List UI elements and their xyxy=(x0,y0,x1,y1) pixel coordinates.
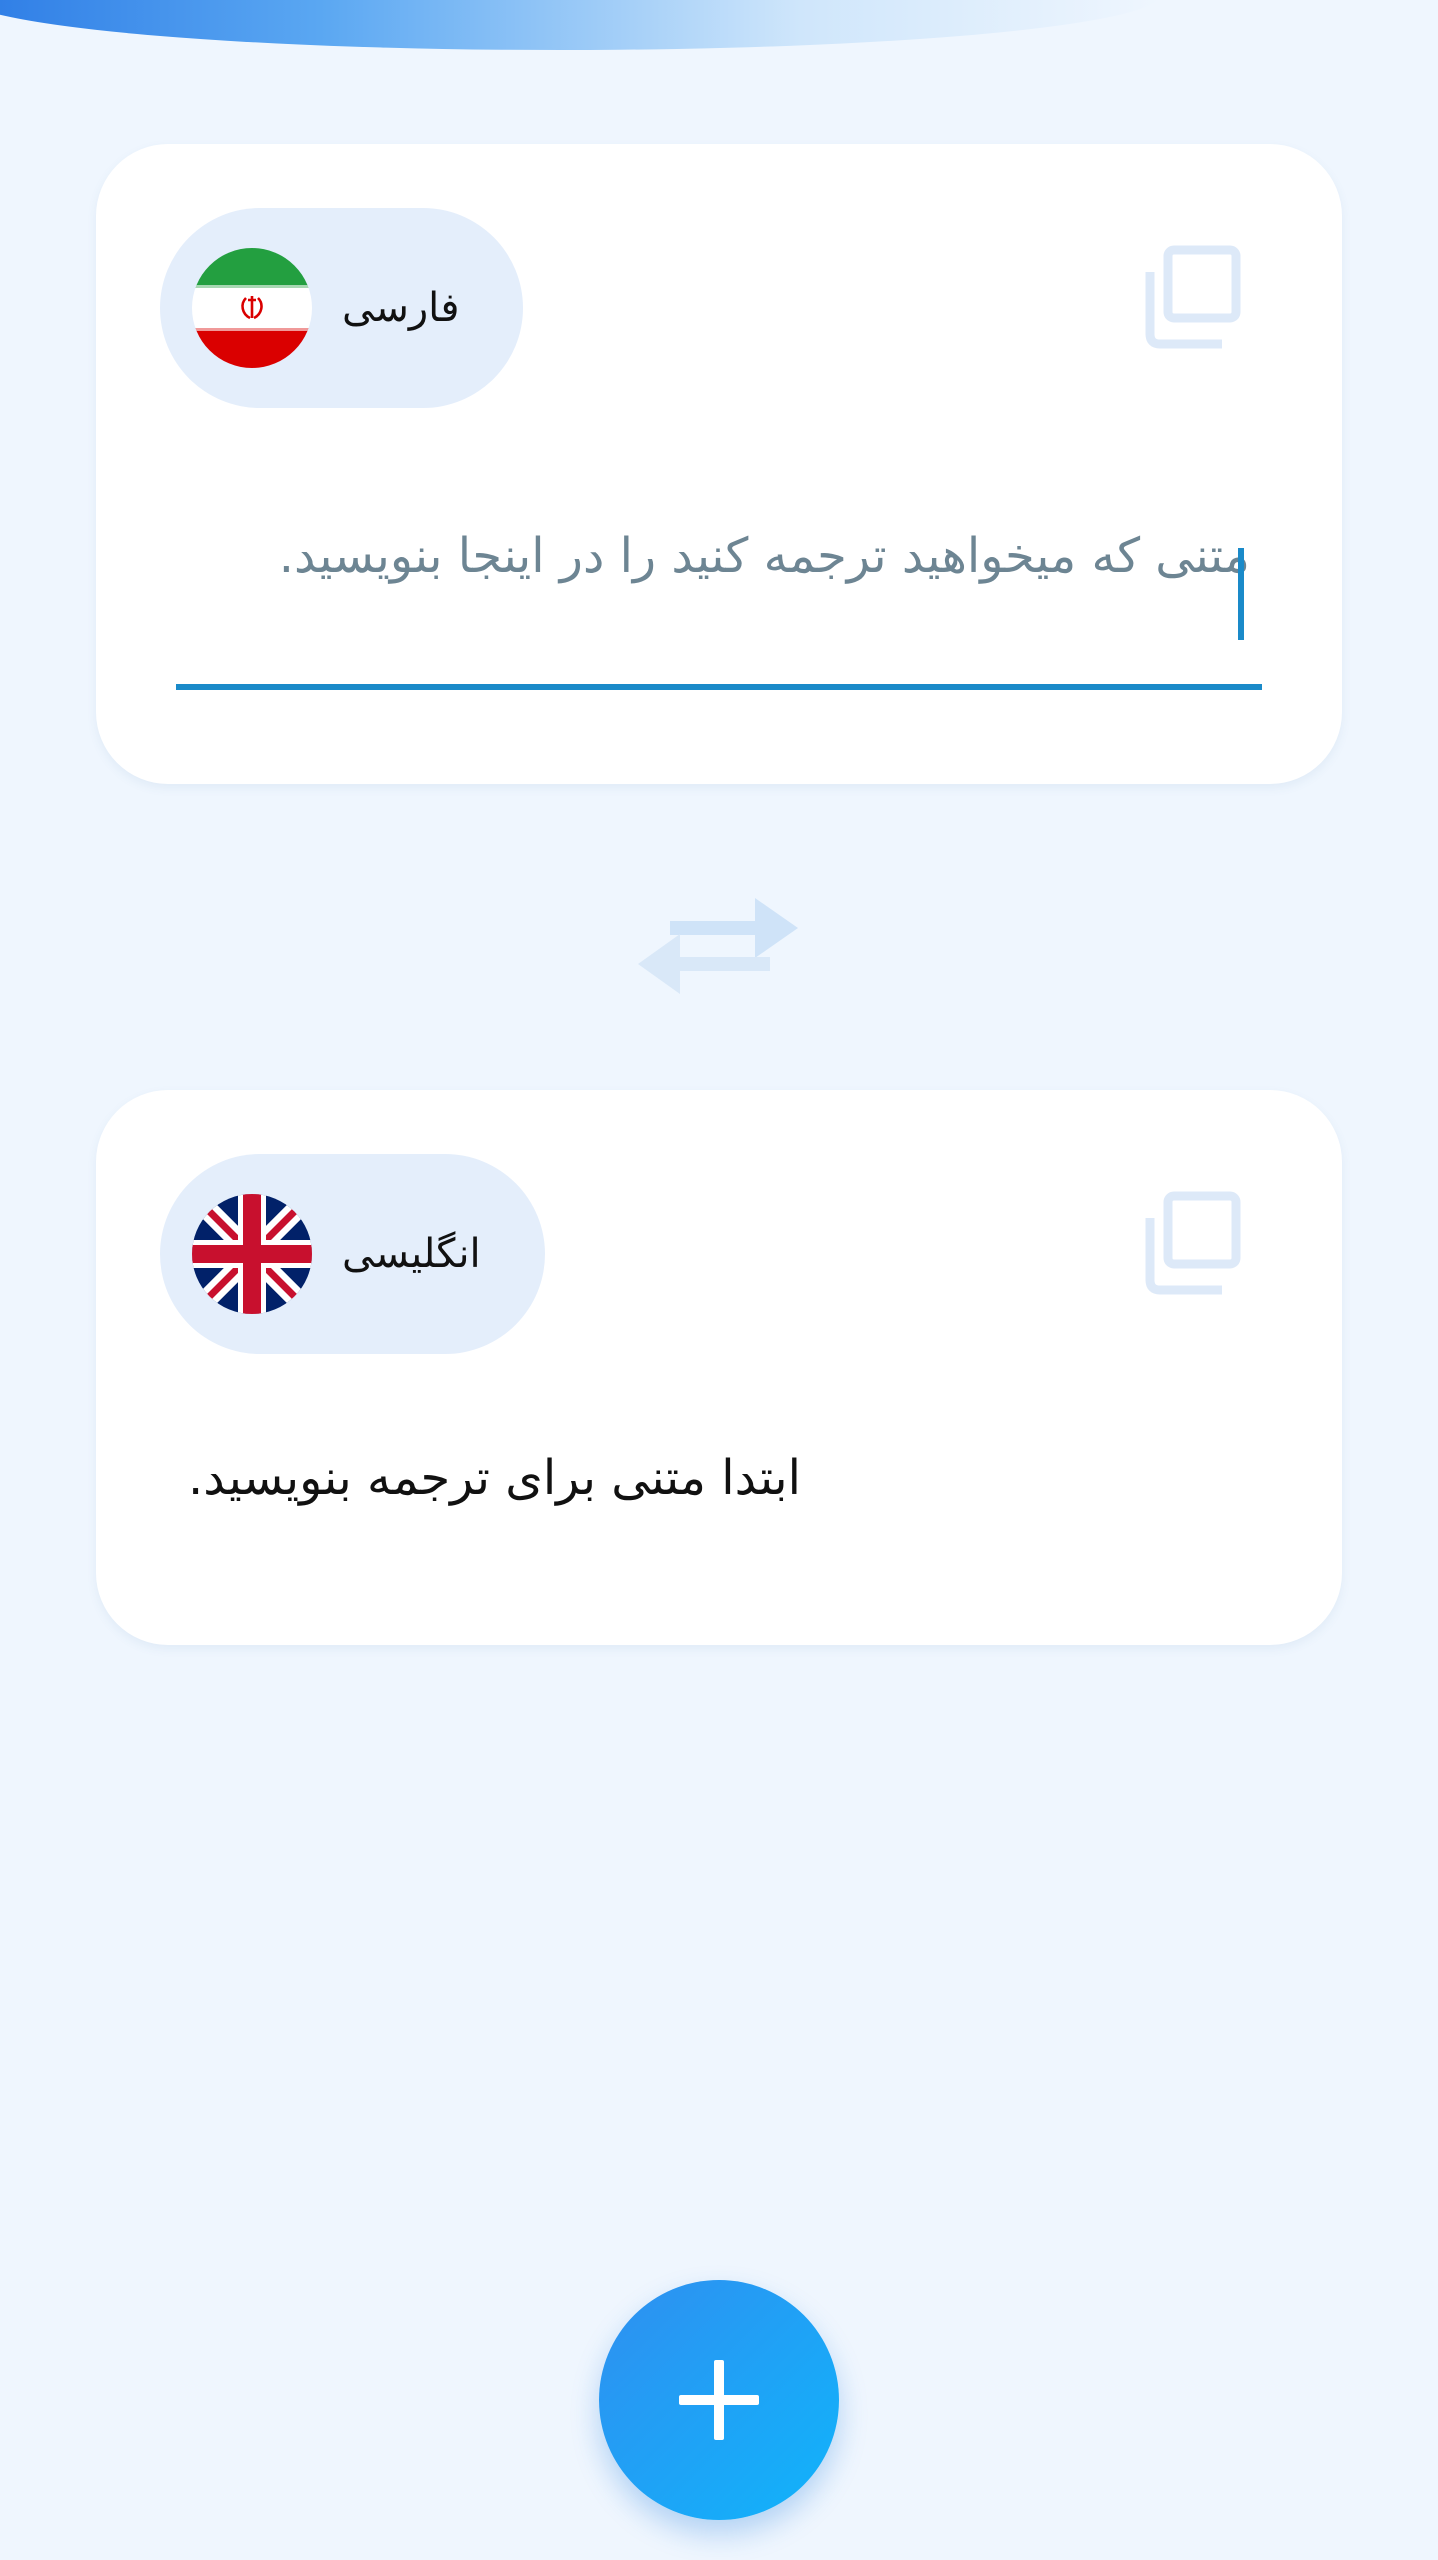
target-language-selector[interactable]: انگلیسی xyxy=(160,1154,545,1354)
target-language-label: انگلیسی xyxy=(342,1231,481,1277)
iran-flag-icon xyxy=(192,248,312,368)
plus-icon xyxy=(679,2360,759,2440)
add-button[interactable] xyxy=(599,2280,839,2520)
source-language-label: فارسی xyxy=(342,285,460,331)
text-cursor xyxy=(1238,548,1244,640)
input-underline xyxy=(176,684,1262,690)
source-card: فارسی xyxy=(96,144,1342,784)
source-text-input[interactable] xyxy=(176,514,1262,674)
uk-flag-icon xyxy=(192,1194,312,1314)
translation-result: ابتدا متنی برای ترجمه بنویسید. xyxy=(188,1450,801,1506)
target-card: انگلیسی ابتدا متنی برای ترجمه بنویسید. xyxy=(96,1090,1342,1645)
swap-arrows-icon xyxy=(638,898,798,994)
swap-languages-button[interactable] xyxy=(630,876,805,1006)
source-language-selector[interactable]: فارسی xyxy=(160,208,524,408)
copy-icon[interactable] xyxy=(1136,1188,1246,1298)
header-wave xyxy=(0,0,1160,50)
copy-icon[interactable] xyxy=(1136,242,1246,352)
